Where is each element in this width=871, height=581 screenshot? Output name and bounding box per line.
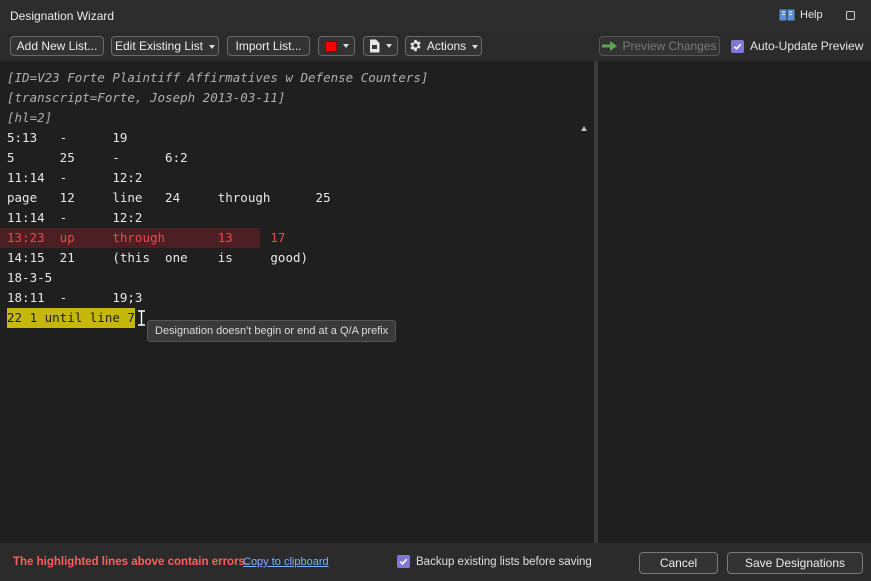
edit-existing-list-dropdown[interactable]: Edit Existing List [111, 36, 219, 56]
save-designations-button[interactable]: Save Designations [727, 552, 863, 574]
editor-line: 11:14 - 12:2 [7, 210, 143, 225]
gear-icon [410, 40, 421, 52]
title-bar: Designation Wizard Help [0, 0, 871, 32]
footer-bar: The highlighted lines above contain erro… [0, 543, 871, 581]
editor-line: [ID=V23 Forte Plaintiff Affirmatives w D… [7, 70, 429, 85]
import-list-button[interactable]: Import List... [227, 36, 310, 56]
editor-line-warning: 22 1 until line 7 [7, 308, 135, 328]
error-tooltip: Designation doesn't begin or end at a Q/… [147, 320, 397, 342]
add-new-list-button[interactable]: Add New List... [10, 36, 104, 56]
editor-line: 11:14 - 12:2 [7, 170, 143, 185]
editor-line: [transcript=Forte, Joseph 2013-03-11] [7, 90, 286, 105]
arrow-right-icon [602, 40, 618, 51]
text-cursor-icon [138, 310, 145, 326]
editor-line-error: 13:23 up through 13 17 [7, 230, 286, 245]
edit-existing-list-label: Edit Existing List [114, 39, 204, 53]
color-swatch [325, 41, 337, 52]
document-icon [370, 39, 380, 53]
chevron-down-icon [343, 44, 349, 48]
book-icon [779, 9, 795, 21]
auto-update-preview-toggle[interactable]: Auto-Update Preview [731, 39, 863, 53]
copy-to-clipboard-link[interactable]: Copy to clipboard [243, 556, 329, 568]
backup-lists-toggle[interactable]: Backup existing lists before saving [397, 555, 592, 568]
cancel-label: Cancel [659, 556, 698, 570]
preview-changes-button[interactable]: Preview Changes [599, 36, 720, 56]
checkmark-icon [733, 43, 742, 50]
help-label: Help [800, 9, 823, 21]
editor-line: 18-3-5 [7, 270, 53, 285]
error-message: The highlighted lines above contain erro… [13, 556, 249, 568]
add-new-list-label: Add New List... [16, 39, 98, 53]
chevron-down-icon [209, 44, 216, 49]
help-button[interactable]: Help [779, 9, 823, 21]
preview-pane [598, 61, 871, 543]
cancel-button[interactable]: Cancel [639, 552, 718, 574]
editor-line: 18:11 - 19;3 [7, 290, 143, 305]
highlight-color-dropdown[interactable] [318, 36, 355, 56]
chevron-down-icon [386, 44, 392, 48]
editor-line: page 12 line 24 through 25 [7, 190, 331, 205]
designation-editor[interactable]: [ID=V23 Forte Plaintiff Affirmatives w D… [0, 61, 594, 543]
checkmark-icon [399, 558, 408, 566]
editor-line: 14:15 21 (this one is good) [7, 250, 309, 265]
save-label: Save Designations [744, 556, 846, 570]
backup-label: Backup existing lists before saving [416, 555, 592, 568]
editor-line: [hl=2] [7, 110, 53, 125]
maximize-icon[interactable] [846, 11, 855, 20]
auto-update-checkbox[interactable] [731, 39, 744, 53]
toolbar: Add New List... Edit Existing List Impor… [0, 32, 871, 61]
actions-label: Actions [426, 39, 467, 53]
document-options-dropdown[interactable] [363, 36, 398, 56]
scroll-up-arrow[interactable] [581, 126, 587, 131]
actions-dropdown[interactable]: Actions [405, 36, 482, 56]
editor-line: 5 25 - 6:2 [7, 150, 188, 165]
preview-changes-label: Preview Changes [622, 39, 717, 53]
auto-update-label: Auto-Update Preview [750, 39, 864, 53]
import-list-label: Import List... [235, 39, 302, 53]
editor-line: 5:13 - 19 [7, 130, 128, 145]
chevron-down-icon [472, 44, 479, 49]
backup-checkbox[interactable] [397, 555, 410, 568]
window-title: Designation Wizard [10, 9, 115, 23]
